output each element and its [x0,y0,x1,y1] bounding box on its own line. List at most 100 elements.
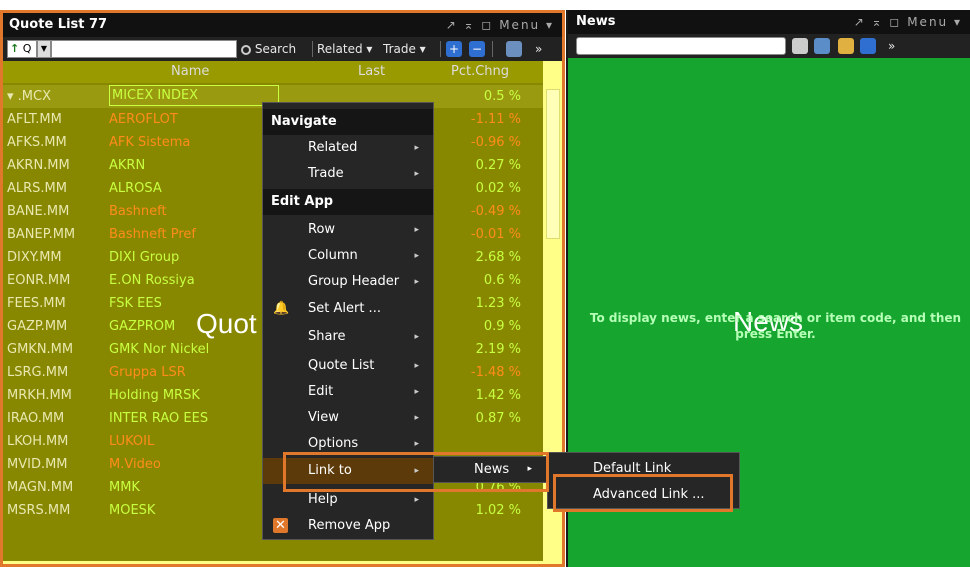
save-icon[interactable] [860,38,876,54]
news-more-tools-button[interactable]: » [888,34,895,58]
more-tools-button[interactable]: » [535,37,542,61]
news-filter-icon[interactable] [814,38,830,54]
chevron-down-icon[interactable]: ▼ [37,40,51,58]
menu-item-related[interactable]: Related ▸ [263,135,433,161]
row-name: Holding MRSK [109,388,200,403]
row-symbol: MRKH.MM [7,388,72,403]
menu-item-label: Set Alert ... [308,301,381,316]
menu-item-set-alert[interactable]: 🔔 Set Alert ... [263,296,433,322]
chevron-right-icon: ▸ [414,361,419,371]
row-name: MOESK [109,503,156,518]
row-symbol: MAGN.MM [7,480,74,495]
menu-item-row[interactable]: Row ▸ [263,217,433,243]
row-pct-change: 0.87 % [475,411,521,426]
news-empty-message: To display news, enter a search or item … [589,311,962,341]
menu-item-label: Row [308,222,336,237]
row-pct-change: 0.27 % [475,158,521,173]
horizontal-scrollbar[interactable] [3,561,562,564]
row-name: Bashneft Pref [109,227,196,242]
menu-item-trade[interactable]: Trade ▸ [263,161,433,187]
row-symbol: AKRN.MM [7,158,70,173]
menu-item-edit[interactable]: Edit ▸ [263,379,433,405]
menu-item-label: Help [308,492,338,507]
calendar-icon[interactable] [792,38,808,54]
menu-item-share[interactable]: Share ▸ [263,324,433,350]
column-header-last[interactable]: Last [358,64,385,79]
news-search-input[interactable] [576,37,786,55]
desktop: Quote List 77 ↗ ⌅ ◻ Menu ▾ ↑ Q ▼ Search … [0,0,970,567]
menu-item-quote-list[interactable]: Quote List ▸ [263,353,433,379]
row-pct-change: -0.49 % [470,204,521,219]
menu-item-group-header[interactable]: Group Header ▸ [263,269,433,295]
row-name: LUKOIL [109,434,155,449]
row-symbol: BANE.MM [7,204,70,219]
highlight-link-to-path [283,452,549,492]
row-symbol: AFLT.MM [7,112,62,127]
row-pct-change: 2.19 % [475,342,521,357]
chevron-right-icon: ▸ [414,225,419,235]
toolbar-divider [312,41,313,57]
highlight-advanced-link [553,474,733,512]
chevron-right-icon: ▸ [414,413,419,423]
close-icon: ✕ [273,518,288,533]
trade-menu-button[interactable]: Trade ▾ [383,37,426,61]
row-symbol: FEES.MM [7,296,66,311]
row-symbol: LSRG.MM [7,365,69,380]
menu-item-label: Related [308,140,358,155]
row-name: AKRN [109,158,146,173]
column-header-pct-change[interactable]: Pct.Chng [451,64,509,79]
quote-list-toolbar: ↑ Q ▼ Search Related ▾ Trade ▾ + − » [3,37,562,61]
row-pct-change: 1.42 % [475,388,521,403]
row-pct-change: 2.68 % [475,250,521,265]
news-toolbar: » [568,34,970,58]
row-name: AFK Sistema [109,135,191,150]
row-symbol: BANEP.MM [7,227,76,242]
related-menu-button[interactable]: Related ▾ [317,37,372,61]
news-title: News [576,14,616,29]
row-pct-change: -1.48 % [470,365,521,380]
menu-item-view[interactable]: View ▸ [263,405,433,431]
row-name: AEROFLOT [109,112,178,127]
symbol-input[interactable] [51,40,237,58]
menu-item-label: Share [308,329,346,344]
chevron-right-icon: ▸ [414,169,419,179]
row-symbol: GMKN.MM [7,342,74,357]
row-name: E.ON Rossiya [109,273,195,288]
menu-item-column[interactable]: Column ▸ [263,243,433,269]
quote-list-titlebar[interactable]: Quote List 77 ↗ ⌅ ◻ Menu ▾ [3,13,562,37]
symbol-type-selector[interactable]: ↑ Q [7,40,37,58]
menu-section-edit-app: Edit App [263,189,433,215]
row-name: MICEX INDEX [109,85,279,106]
column-header-name[interactable]: Name [171,64,209,79]
search-button[interactable]: Search [241,37,296,61]
news-titlebar[interactable]: News ↗ ⌅ ◻ Menu ▾ [568,10,970,34]
row-name: GMK Nor Nickel [109,342,210,357]
zoom-in-icon[interactable]: + [446,41,462,57]
chevron-right-icon: ▸ [414,251,419,261]
row-name: ALROSA [109,181,162,196]
menu-item-label: Remove App [308,518,391,533]
row-pct-change: -0.96 % [470,135,521,150]
row-symbol: DIXY.MM [7,250,62,265]
toolbar-divider [440,41,441,57]
quote-list-watermark: Quot [196,308,257,339]
chevron-right-icon: ▸ [414,277,419,287]
row-symbol: GAZP.MM [7,319,68,334]
zoom-out-icon[interactable]: − [469,41,485,57]
row-symbol: AFKS.MM [7,135,67,150]
news-window-controls[interactable]: ↗ ⌅ ◻ Menu ▾ [854,10,962,34]
menu-item-label: Trade [308,166,344,181]
folder-icon[interactable] [838,38,854,54]
window-controls[interactable]: ↗ ⌅ ◻ Menu ▾ [446,13,554,37]
row-name: DIXI Group [109,250,180,265]
row-pct-change: -1.11 % [470,112,521,127]
row-pct-change: -0.01 % [470,227,521,242]
menu-item-label: Options [308,436,359,451]
menu-item-remove-app[interactable]: ✕ Remove App [263,513,433,539]
quote-list-title: Quote List 77 [9,17,108,32]
row-pct-change: 1.23 % [475,296,521,311]
row-name: MMK [109,480,140,495]
columns-icon[interactable] [506,41,522,57]
scrollbar-thumb[interactable] [546,89,560,239]
bell-icon: 🔔 [273,301,290,316]
